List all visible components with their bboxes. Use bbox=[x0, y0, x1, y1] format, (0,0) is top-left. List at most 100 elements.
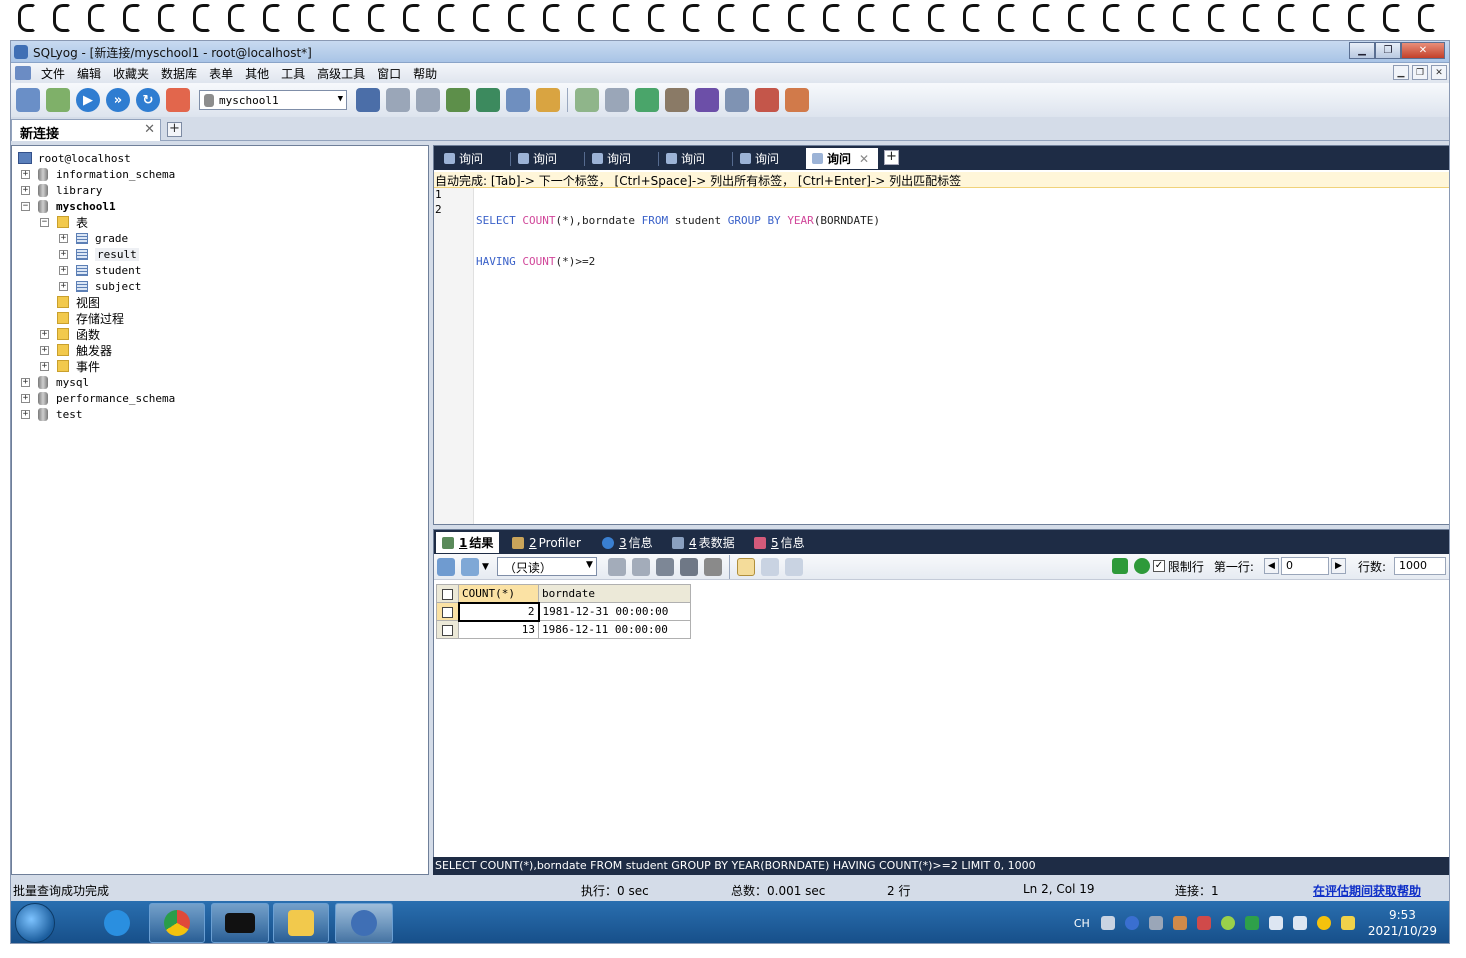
mdi-document-icon[interactable] bbox=[15, 66, 31, 80]
favorites-icon[interactable] bbox=[166, 88, 190, 112]
query-builder-icon[interactable] bbox=[785, 88, 809, 112]
execute-query-icon[interactable]: ▶ bbox=[76, 88, 100, 112]
schema-designer-icon[interactable] bbox=[536, 88, 560, 112]
new-connection-icon[interactable] bbox=[16, 88, 40, 112]
table-cell[interactable]: 1981-12-31 00:00:00 bbox=[538, 602, 691, 621]
tools-icon[interactable] bbox=[1172, 916, 1187, 930]
database-select[interactable]: myschool1 ▼ bbox=[199, 90, 347, 110]
expand-icon[interactable]: + bbox=[21, 393, 30, 403]
query-tab[interactable]: 询问 bbox=[512, 148, 584, 169]
filter-icon[interactable] bbox=[1111, 558, 1128, 574]
pen-icon[interactable] bbox=[1148, 916, 1163, 930]
tree-root[interactable]: root@localhost bbox=[18, 150, 131, 166]
expand-icon[interactable]: + bbox=[59, 233, 68, 243]
duplicate-row-icon[interactable] bbox=[631, 557, 650, 576]
tree-item-mysql[interactable]: + mysql bbox=[21, 374, 89, 390]
connection-tab[interactable]: 新连接 ✕ bbox=[11, 119, 161, 142]
taskbar-sqlyog[interactable] bbox=[335, 903, 393, 943]
tree-item-subject[interactable]: + subject bbox=[59, 278, 141, 294]
taskbar-chrome[interactable] bbox=[149, 903, 205, 943]
menu-file[interactable]: 文件 bbox=[37, 65, 73, 82]
close-icon[interactable]: ✕ bbox=[144, 122, 155, 137]
tree-item-performance-schema[interactable]: + performance_schema bbox=[21, 390, 175, 406]
tree-item-student[interactable]: + student bbox=[59, 262, 141, 278]
mdi-restore-button[interactable]: ❐ bbox=[1412, 65, 1428, 80]
refresh-icon[interactable] bbox=[1133, 558, 1150, 574]
limit-rows-checkbox[interactable]: ✓ bbox=[1152, 560, 1165, 572]
form-view-icon[interactable] bbox=[760, 557, 779, 576]
input-language[interactable]: CH bbox=[1074, 917, 1090, 930]
menu-favorites[interactable]: 收藏夹 bbox=[109, 65, 157, 82]
taskbar-explorer[interactable] bbox=[273, 903, 329, 943]
read-only-select[interactable]: （只读） ▼ bbox=[496, 557, 597, 576]
tree-item-functions-folder[interactable]: + 函数 bbox=[40, 326, 100, 342]
column-header[interactable]: COUNT(*) bbox=[458, 584, 539, 603]
add-query-tab-button[interactable]: + bbox=[884, 150, 899, 165]
table-cell[interactable]: 13 bbox=[458, 620, 539, 639]
tab-table-data[interactable]: 4 表数据 bbox=[666, 532, 741, 553]
column-header[interactable]: borndate bbox=[538, 584, 691, 603]
tab-result[interactable]: 1 结果 bbox=[436, 532, 500, 553]
table-row[interactable]: 2 1981-12-31 00:00:00 bbox=[436, 601, 691, 622]
collapse-icon[interactable]: − bbox=[21, 201, 30, 211]
menu-help[interactable]: 帮助 bbox=[409, 65, 445, 82]
sql-tool-icon[interactable] bbox=[575, 88, 599, 112]
tab-messages[interactable]: 3 信息 bbox=[596, 532, 659, 553]
taskbar-ie[interactable] bbox=[95, 903, 139, 943]
text-view-icon[interactable] bbox=[784, 557, 803, 576]
chevron-down-icon[interactable]: ▼ bbox=[482, 562, 489, 572]
schema-compare-icon[interactable] bbox=[755, 88, 779, 112]
close-button[interactable]: ✕ bbox=[1401, 42, 1445, 59]
start-button[interactable] bbox=[15, 903, 55, 943]
scheduler-icon[interactable] bbox=[695, 88, 719, 112]
keyboard-icon[interactable] bbox=[1100, 916, 1115, 930]
expand-icon[interactable]: + bbox=[40, 345, 49, 355]
tree-item-information-schema[interactable]: + information_schema bbox=[21, 166, 175, 182]
tab-info[interactable]: 5 信息 bbox=[748, 532, 811, 553]
tree-item-events-folder[interactable]: + 事件 bbox=[40, 358, 100, 374]
clock[interactable]: 9:53 2021/10/29 bbox=[1368, 907, 1437, 939]
tree-item-tables-folder[interactable]: − 表 bbox=[40, 214, 88, 230]
new-query-icon[interactable] bbox=[46, 88, 70, 112]
help-icon[interactable] bbox=[1124, 916, 1139, 930]
menu-table[interactable]: 表单 bbox=[205, 65, 241, 82]
expand-icon[interactable]: + bbox=[21, 409, 30, 419]
copy-icon[interactable] bbox=[461, 557, 479, 576]
mdi-close-button[interactable]: ✕ bbox=[1431, 65, 1447, 80]
app-tray-icon[interactable] bbox=[1220, 916, 1235, 930]
migration-icon[interactable] bbox=[665, 88, 689, 112]
tree-item-test[interactable]: + test bbox=[21, 406, 83, 422]
security-icon[interactable] bbox=[1316, 916, 1331, 930]
import-icon[interactable] bbox=[476, 88, 500, 112]
action-center-icon[interactable] bbox=[1196, 916, 1211, 930]
expand-icon[interactable]: + bbox=[59, 265, 68, 275]
backup-icon[interactable] bbox=[605, 88, 629, 112]
sync-icon[interactable] bbox=[635, 88, 659, 112]
minimize-button[interactable]: ▁ bbox=[1349, 42, 1375, 59]
table-cell[interactable]: 1986-12-11 00:00:00 bbox=[538, 620, 691, 639]
table-data-icon[interactable] bbox=[506, 88, 530, 112]
notification-icon[interactable] bbox=[725, 88, 749, 112]
help-link[interactable]: 在评估期间获取帮助 bbox=[1313, 882, 1421, 899]
query-tab[interactable]: 询问 bbox=[438, 148, 510, 169]
network-icon[interactable] bbox=[1268, 916, 1283, 930]
collapse-icon[interactable]: − bbox=[40, 217, 49, 227]
next-page-button[interactable]: ▶ bbox=[1330, 558, 1346, 574]
export-icon[interactable] bbox=[437, 557, 455, 576]
restore-button[interactable]: ❐ bbox=[1375, 42, 1401, 59]
table-cell[interactable]: 2 bbox=[457, 601, 540, 622]
tab-profiler[interactable]: 2 Profiler bbox=[506, 532, 587, 553]
menu-advanced-tools[interactable]: 高级工具 bbox=[313, 65, 373, 82]
query-tab[interactable]: 询问 bbox=[734, 148, 806, 169]
add-connection-button[interactable]: + bbox=[167, 122, 182, 137]
menu-database[interactable]: 数据库 bbox=[157, 65, 205, 82]
query-tab-active[interactable]: 询问 ✕ bbox=[806, 148, 878, 169]
expand-icon[interactable]: + bbox=[21, 377, 30, 387]
refresh-icon[interactable]: ↻ bbox=[136, 88, 160, 112]
rows-input[interactable]: 1000 bbox=[1394, 557, 1446, 575]
taskbar-mysql-console[interactable] bbox=[211, 903, 269, 943]
tree-item-views-folder[interactable]: 视图 bbox=[40, 294, 100, 310]
first-row-input[interactable]: 0 bbox=[1280, 557, 1329, 575]
expand-icon[interactable]: + bbox=[40, 361, 49, 371]
mdi-minimize-button[interactable]: ▁ bbox=[1393, 65, 1409, 80]
